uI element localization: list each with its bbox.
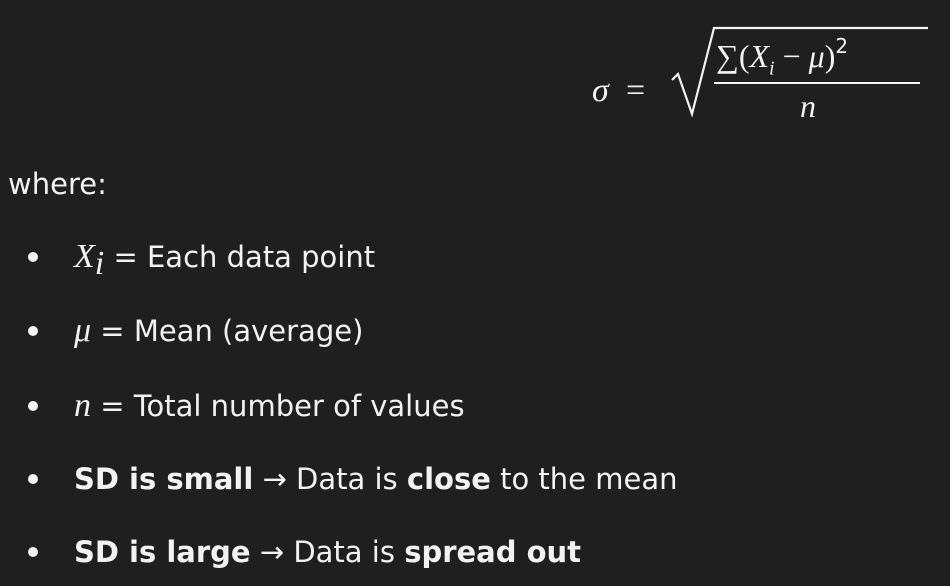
std-dev-formula: σ = ∑(Xi − μ)2 n xyxy=(590,22,930,124)
formula-denominator: n xyxy=(800,88,816,124)
definition-text: = Each data point xyxy=(104,240,376,274)
note-bold-1: SD is large xyxy=(74,535,251,569)
symbol-x-subscript: i xyxy=(94,244,105,282)
equals-sign: = xyxy=(626,72,646,109)
note-bold-2: close xyxy=(406,462,491,496)
formula-numerator: ∑(Xi − μ)2 xyxy=(716,34,849,78)
note-text-2: to the mean xyxy=(490,462,678,496)
list-item: SD is large → Data is spread out xyxy=(0,530,940,574)
numerator-x: X xyxy=(749,38,770,74)
close-paren: ) xyxy=(824,38,836,74)
symbol-n: n xyxy=(74,387,91,424)
bullet-dot xyxy=(28,547,38,557)
definition-text: = Total number of values xyxy=(91,389,465,423)
minus-sign: − xyxy=(774,38,809,74)
list-item: μ = Mean (average) xyxy=(0,309,940,353)
bullet-dot xyxy=(28,326,38,336)
fraction-bar xyxy=(714,82,920,84)
bullet-dot xyxy=(28,252,38,262)
definition-text: = Mean (average) xyxy=(91,314,364,348)
bullet-dot xyxy=(28,474,38,484)
list-item: Xi = Each data point xyxy=(0,235,940,282)
symbol-x: X xyxy=(74,238,95,275)
squared-exponent: 2 xyxy=(835,34,849,59)
numerator-mu: μ xyxy=(808,38,825,74)
note-text-1: → Data is xyxy=(253,462,407,496)
symbol-mu: μ xyxy=(74,312,92,349)
note-text-1: → Data is xyxy=(250,535,405,569)
sum-symbol: ∑( xyxy=(716,38,750,74)
list-item: n = Total number of values xyxy=(0,384,940,428)
note-bold-1: SD is small xyxy=(74,462,254,496)
note-bold-2: spread out xyxy=(404,535,582,569)
where-label: where: xyxy=(8,167,107,201)
list-item: SD is small → Data is close to the mean xyxy=(0,457,940,501)
bullet-dot xyxy=(28,401,38,411)
sigma-symbol: σ xyxy=(592,72,609,109)
